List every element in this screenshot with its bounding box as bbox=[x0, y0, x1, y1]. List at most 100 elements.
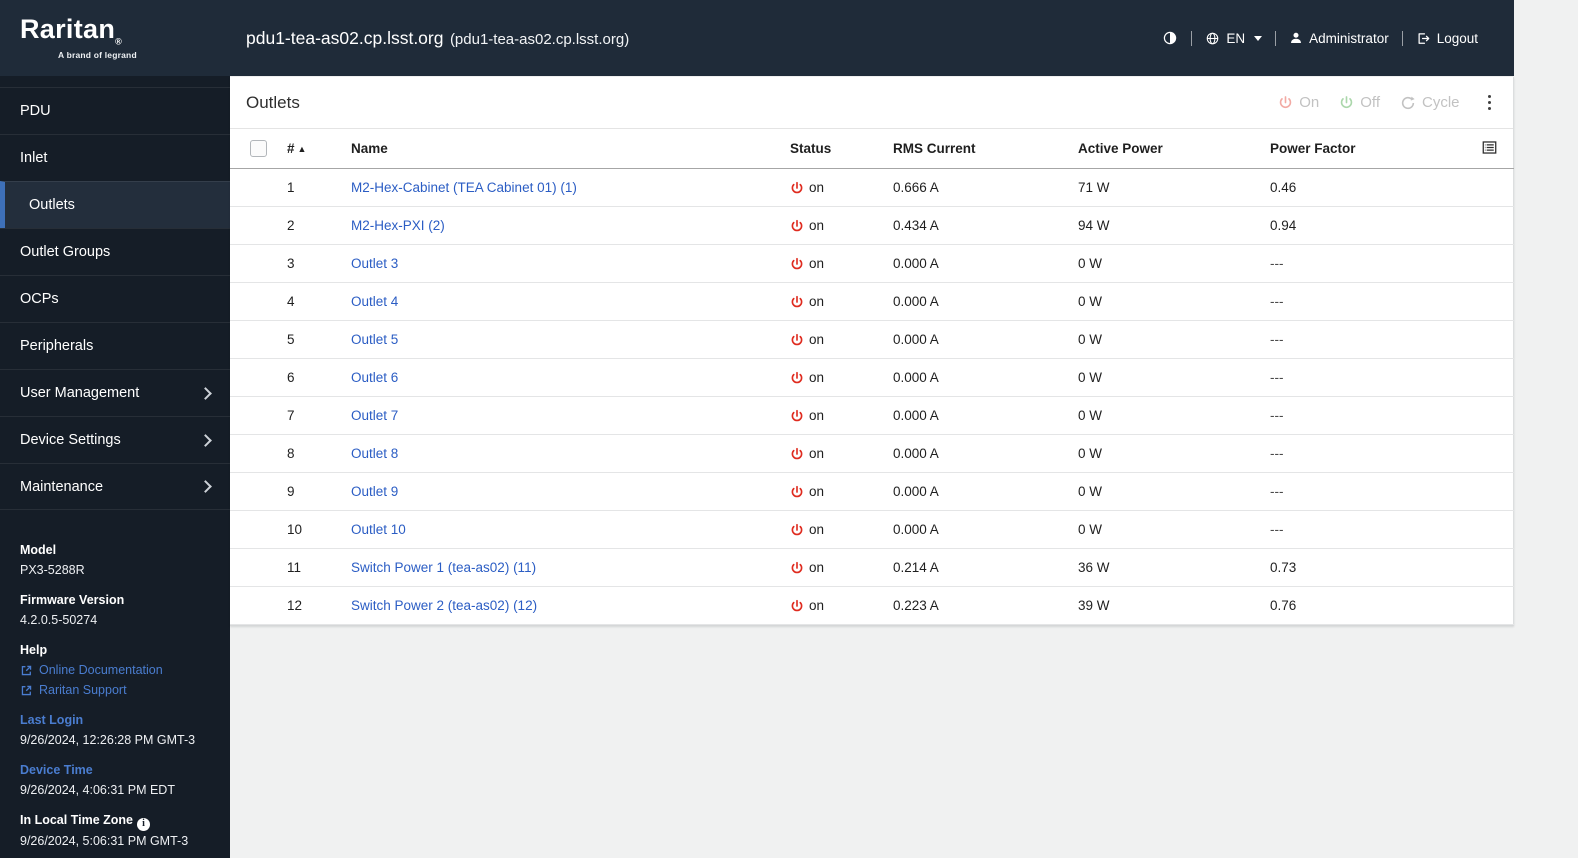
select-all-checkbox[interactable] bbox=[250, 140, 267, 157]
column-header-status[interactable]: Status bbox=[790, 129, 893, 169]
info-icon[interactable]: i bbox=[136, 817, 150, 831]
power-factor-empty: --- bbox=[1270, 408, 1284, 423]
row-end-cell bbox=[1470, 396, 1514, 435]
sidebar-item-inlet[interactable]: Inlet bbox=[0, 134, 230, 181]
outlet-name-cell: M2-Hex-PXI (2) bbox=[351, 206, 790, 245]
power-off-button[interactable]: Off bbox=[1339, 94, 1380, 111]
outlet-name-cell: Switch Power 2 (tea-as02) (12) bbox=[351, 586, 790, 625]
chevron-down-icon bbox=[1254, 35, 1263, 41]
outlet-name-link[interactable]: M2-Hex-PXI (2) bbox=[351, 218, 445, 233]
firmware-label: Firmware Version bbox=[20, 593, 125, 607]
active-power-cell: 0 W bbox=[1078, 358, 1270, 397]
column-header-number[interactable]: # ▲ bbox=[287, 129, 351, 169]
sidebar-item-maintenance[interactable]: Maintenance bbox=[0, 463, 230, 510]
external-link-icon bbox=[20, 664, 33, 677]
power-factor-empty: --- bbox=[1270, 332, 1284, 347]
outlet-name-link[interactable]: Outlet 10 bbox=[351, 522, 406, 537]
outlet-name-link[interactable]: Outlet 9 bbox=[351, 484, 398, 499]
outlet-name-cell: Outlet 4 bbox=[351, 282, 790, 321]
outlet-name-link[interactable]: Outlet 5 bbox=[351, 332, 398, 347]
power-status-icon bbox=[790, 257, 804, 271]
power-cycle-label: Cycle bbox=[1421, 94, 1460, 111]
column-header-rms-current[interactable]: RMS Current bbox=[893, 129, 1078, 169]
row-select-cell bbox=[230, 396, 287, 435]
outlet-status-cell: on bbox=[790, 586, 893, 625]
kebab-menu-icon[interactable] bbox=[1482, 93, 1498, 113]
status-label: on bbox=[809, 522, 825, 537]
outlet-name-link[interactable]: Outlet 8 bbox=[351, 446, 398, 461]
outlet-name-link[interactable]: Switch Power 1 (tea-as02) (11) bbox=[351, 560, 536, 575]
active-power-cell: 39 W bbox=[1078, 586, 1270, 625]
outlet-name-link[interactable]: Outlet 4 bbox=[351, 294, 398, 309]
rms-current-cell: 0.000 A bbox=[893, 472, 1078, 511]
app: Raritan® A brand of legrand pdu1-tea-as0… bbox=[0, 0, 1578, 858]
outlet-number-cell: 4 bbox=[287, 282, 351, 321]
sidebar-item-pdu[interactable]: PDU bbox=[0, 87, 230, 134]
row-select-cell bbox=[230, 282, 287, 321]
columns-icon[interactable] bbox=[1481, 139, 1498, 156]
raritan-logo[interactable]: Raritan® A brand of legrand bbox=[0, 13, 230, 61]
sidebar-item-outlet-groups[interactable]: Outlet Groups bbox=[0, 228, 230, 275]
outlet-name-link[interactable]: Outlet 6 bbox=[351, 370, 398, 385]
user-menu[interactable]: Administrator bbox=[1289, 31, 1389, 46]
outlet-name-link[interactable]: Outlet 3 bbox=[351, 256, 398, 271]
contrast-toggle[interactable] bbox=[1162, 30, 1178, 46]
active-power-cell: 0 W bbox=[1078, 282, 1270, 321]
column-header-name[interactable]: Name bbox=[351, 129, 790, 169]
power-factor-empty: --- bbox=[1270, 484, 1284, 499]
status-label: on bbox=[809, 180, 825, 195]
firmware-value: 4.2.0.5-50274 bbox=[20, 613, 98, 627]
rms-current-cell: 0.000 A bbox=[893, 434, 1078, 473]
column-header-power-factor[interactable]: Power Factor bbox=[1270, 129, 1470, 169]
sidebar-item-label: User Management bbox=[20, 385, 140, 401]
power-on-button[interactable]: On bbox=[1278, 94, 1319, 111]
power-status-icon bbox=[790, 333, 804, 347]
sidebar-item-peripherals[interactable]: Peripherals bbox=[0, 322, 230, 369]
active-power-cell: 94 W bbox=[1078, 206, 1270, 245]
power-factor-empty: --- bbox=[1270, 522, 1284, 537]
outlet-number-cell: 11 bbox=[287, 548, 351, 587]
sidebar-item-device-settings[interactable]: Device Settings bbox=[0, 416, 230, 463]
help-label: Help bbox=[20, 643, 48, 657]
raritan-support-link[interactable]: Raritan Support bbox=[20, 680, 210, 700]
outlet-number-cell: 12 bbox=[287, 586, 351, 625]
rms-current-cell: 0.000 A bbox=[893, 320, 1078, 359]
table-row: 7 Outlet 7 on 0.000 A0 W --- bbox=[230, 396, 1514, 435]
power-off-icon bbox=[1339, 95, 1354, 110]
sidebar-item-user-management[interactable]: User Management bbox=[0, 369, 230, 416]
language-selector[interactable]: EN bbox=[1205, 31, 1263, 46]
rms-current-cell: 0.223 A bbox=[893, 586, 1078, 625]
outlet-number-cell: 1 bbox=[287, 168, 351, 207]
row-end-cell bbox=[1470, 472, 1514, 511]
power-cycle-button[interactable]: Cycle bbox=[1400, 94, 1460, 111]
active-power-cell: 0 W bbox=[1078, 320, 1270, 359]
local-timezone-value: 9/26/2024, 5:06:31 PM GMT-3 bbox=[20, 833, 189, 848]
sidebar-item-ocps[interactable]: OCPs bbox=[0, 275, 230, 322]
row-end-cell bbox=[1470, 548, 1514, 587]
outlet-name-link[interactable]: Outlet 7 bbox=[351, 408, 398, 423]
outlet-name-link[interactable]: Switch Power 2 (tea-as02) (12) bbox=[351, 598, 537, 613]
sort-asc-icon: ▲ bbox=[297, 144, 307, 154]
row-select-cell bbox=[230, 358, 287, 397]
logo-brand: Raritan® bbox=[20, 13, 123, 47]
outlet-status-cell: on bbox=[790, 206, 893, 245]
device-name-secondary: (pdu1-tea-as02.cp.lsst.org) bbox=[449, 30, 630, 48]
power-factor-cell: --- bbox=[1270, 396, 1470, 435]
logo-tagline: A brand of legrand bbox=[58, 50, 137, 61]
logout-button[interactable]: Logout bbox=[1416, 31, 1478, 46]
page-title: Outlets bbox=[246, 92, 300, 112]
power-on-icon bbox=[1278, 95, 1293, 110]
rms-current-cell: 0.000 A bbox=[893, 396, 1078, 435]
column-header-active-power[interactable]: Active Power bbox=[1078, 129, 1270, 169]
outlet-status-cell: on bbox=[790, 472, 893, 511]
power-factor-cell: --- bbox=[1270, 244, 1470, 283]
outlet-number-cell: 3 bbox=[287, 244, 351, 283]
row-end-cell bbox=[1470, 358, 1514, 397]
online-documentation-link[interactable]: Online Documentation bbox=[20, 660, 210, 680]
sidebar-item-outlets[interactable]: Outlets bbox=[0, 181, 230, 228]
contrast-icon bbox=[1162, 30, 1178, 46]
outlet-number-cell: 10 bbox=[287, 510, 351, 549]
outlet-name-link[interactable]: M2-Hex-Cabinet (TEA Cabinet 01) (1) bbox=[351, 180, 577, 195]
local-timezone-group: In Local Time Zone i 9/26/2024, 5:06:31 P… bbox=[20, 810, 210, 851]
rms-current-cell: 0.000 A bbox=[893, 510, 1078, 549]
